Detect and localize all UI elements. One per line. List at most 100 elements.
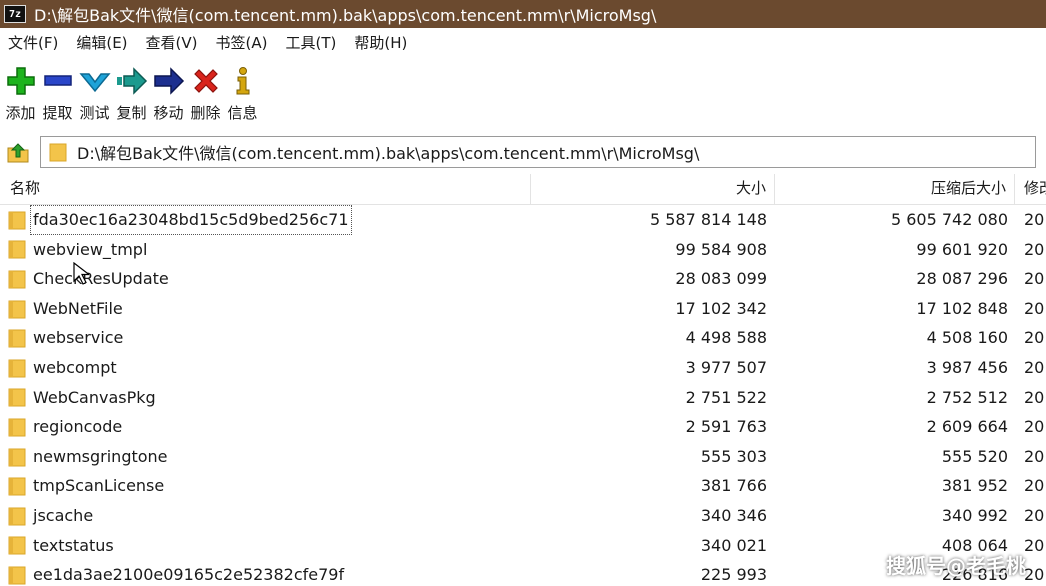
table-row[interactable]: tmpScanLicense 381 766 381 952 20 (0, 471, 1046, 501)
row-packed-size: 28 087 296 (916, 269, 1008, 289)
info-icon (226, 64, 260, 98)
row-name: webservice (33, 328, 124, 348)
folder-icon (8, 240, 26, 259)
table-row[interactable]: webview_tmpl 99 584 908 99 601 920 20 (0, 235, 1046, 265)
file-list: fda30ec16a23048bd15c5d9bed256c71 5 587 81… (0, 205, 1046, 586)
row-size: 5 587 814 148 (649, 210, 767, 229)
column-header-name[interactable]: 名称 (0, 174, 531, 204)
row-modified: 20 (1024, 298, 1045, 318)
row-modified: 20 (1024, 239, 1045, 259)
folder-icon (8, 388, 26, 407)
row-name-cell: regioncode (8, 412, 528, 442)
row-size: 555 303 (700, 446, 767, 466)
table-row[interactable]: WebCanvasPkg 2 751 522 2 752 512 20 (0, 383, 1046, 413)
row-size: 2 591 763 (685, 417, 767, 437)
row-modified: 20 (1024, 535, 1045, 555)
menu-bar: 文件(F) 编辑(E) 查看(V) 书签(A) 工具(T) 帮助(H) (0, 28, 1046, 56)
watermark: 搜狐号@老毛桃 (886, 554, 1026, 578)
table-row[interactable]: fda30ec16a23048bd15c5d9bed256c71 5 587 81… (0, 205, 1046, 235)
row-name: regioncode (33, 417, 123, 437)
row-modified: 20 (1024, 269, 1045, 289)
info-label: 信息 (227, 104, 258, 122)
extract-button[interactable]: 提取 (39, 56, 76, 126)
row-modified: 20 (1024, 210, 1045, 229)
row-packed-size: 5 605 742 080 (890, 210, 1008, 229)
test-button[interactable]: 测试 (76, 56, 113, 126)
row-packed-size: 381 952 (941, 476, 1008, 496)
column-header-packed-size[interactable]: 压缩后大小 (775, 174, 1015, 204)
table-row[interactable]: jscache 340 346 340 992 20 (0, 501, 1046, 531)
move-arrow-icon (152, 64, 186, 98)
row-name: textstatus (33, 535, 114, 555)
menu-view[interactable]: 查看(V) (137, 32, 207, 53)
row-modified: 20 (1024, 565, 1045, 585)
delete-label: 删除 (190, 104, 221, 122)
info-button[interactable]: 信息 (224, 56, 261, 126)
table-row[interactable]: regioncode 2 591 763 2 609 664 20 (0, 412, 1046, 442)
menu-bookmarks[interactable]: 书签(A) (207, 32, 277, 53)
row-name-cell: WebNetFile (8, 294, 528, 324)
delete-button[interactable]: 删除 (187, 56, 224, 126)
row-modified: 20 (1024, 357, 1045, 377)
row-name: CheckResUpdate (33, 269, 169, 289)
table-row[interactable]: webcompt 3 977 507 3 987 456 20 (0, 353, 1046, 383)
folder-icon (8, 566, 26, 585)
column-header-modified[interactable]: 修改 (1015, 174, 1046, 204)
row-name: fda30ec16a23048bd15c5d9bed256c71 (30, 205, 352, 235)
minus-icon (41, 64, 75, 98)
row-packed-size: 4 508 160 (926, 328, 1008, 348)
folder-icon (8, 211, 26, 230)
up-folder-button[interactable] (4, 138, 32, 166)
row-packed-size: 2 609 664 (926, 417, 1008, 437)
menu-edit[interactable]: 编辑(E) (67, 32, 136, 53)
row-modified: 20 (1024, 505, 1045, 525)
folder-icon (49, 143, 67, 162)
row-packed-size: 2 752 512 (926, 387, 1008, 407)
up-folder-icon (7, 143, 29, 163)
table-row[interactable]: WebNetFile 17 102 342 17 102 848 20 (0, 294, 1046, 324)
table-row[interactable]: CheckResUpdate 28 083 099 28 087 296 20 (0, 264, 1046, 294)
menu-tools[interactable]: 工具(T) (276, 32, 345, 53)
row-name-cell: WebCanvasPkg (8, 383, 528, 413)
row-size: 17 102 342 (675, 298, 767, 318)
mouse-cursor-icon (73, 262, 89, 285)
row-size: 381 766 (700, 476, 767, 496)
row-modified: 20 (1024, 328, 1045, 348)
add-button[interactable]: 添加 (2, 56, 39, 126)
row-name: webview_tmpl (33, 239, 148, 259)
copy-button[interactable]: 复制 (113, 56, 150, 126)
row-name-cell: webcompt (8, 353, 528, 383)
copy-arrow-icon (115, 64, 149, 98)
delete-x-icon (189, 64, 223, 98)
folder-icon (8, 359, 26, 378)
row-packed-size: 340 992 (941, 505, 1008, 525)
table-row[interactable]: newmsgringtone 555 303 555 520 20 (0, 442, 1046, 472)
row-size: 28 083 099 (675, 269, 767, 289)
folder-icon (8, 536, 26, 555)
window-title: D:\解包Bak文件\微信(com.tencent.mm).bak\apps\c… (34, 6, 657, 25)
menu-file[interactable]: 文件(F) (0, 32, 67, 53)
row-name-cell: webservice (8, 323, 528, 353)
column-header-size[interactable]: 大小 (531, 174, 775, 204)
add-label: 添加 (5, 104, 36, 122)
extract-label: 提取 (42, 104, 73, 122)
row-packed-size: 3 987 456 (926, 357, 1008, 377)
row-packed-size: 17 102 848 (916, 298, 1008, 318)
row-name: tmpScanLicense (33, 476, 165, 496)
test-label: 测试 (79, 104, 110, 122)
row-name: WebNetFile (33, 298, 123, 318)
row-size: 225 993 (700, 565, 767, 585)
row-size: 340 021 (700, 535, 767, 555)
row-name: ee1da3ae2100e09165c2e52382cfe79f (33, 565, 345, 585)
folder-icon (8, 418, 26, 437)
row-modified: 20 (1024, 446, 1045, 466)
row-packed-size: 555 520 (941, 446, 1008, 466)
folder-icon (8, 477, 26, 496)
toolbar: 添加 提取 测试 复制 移动 删除 信息 (0, 56, 1046, 128)
row-name-cell: jscache (8, 501, 528, 531)
address-field[interactable]: D:\解包Bak文件\微信(com.tencent.mm).bak\apps\c… (40, 136, 1036, 168)
move-button[interactable]: 移动 (150, 56, 187, 126)
menu-help[interactable]: 帮助(H) (345, 32, 416, 53)
row-name-cell: webview_tmpl (8, 235, 528, 265)
table-row[interactable]: webservice 4 498 588 4 508 160 20 (0, 323, 1046, 353)
